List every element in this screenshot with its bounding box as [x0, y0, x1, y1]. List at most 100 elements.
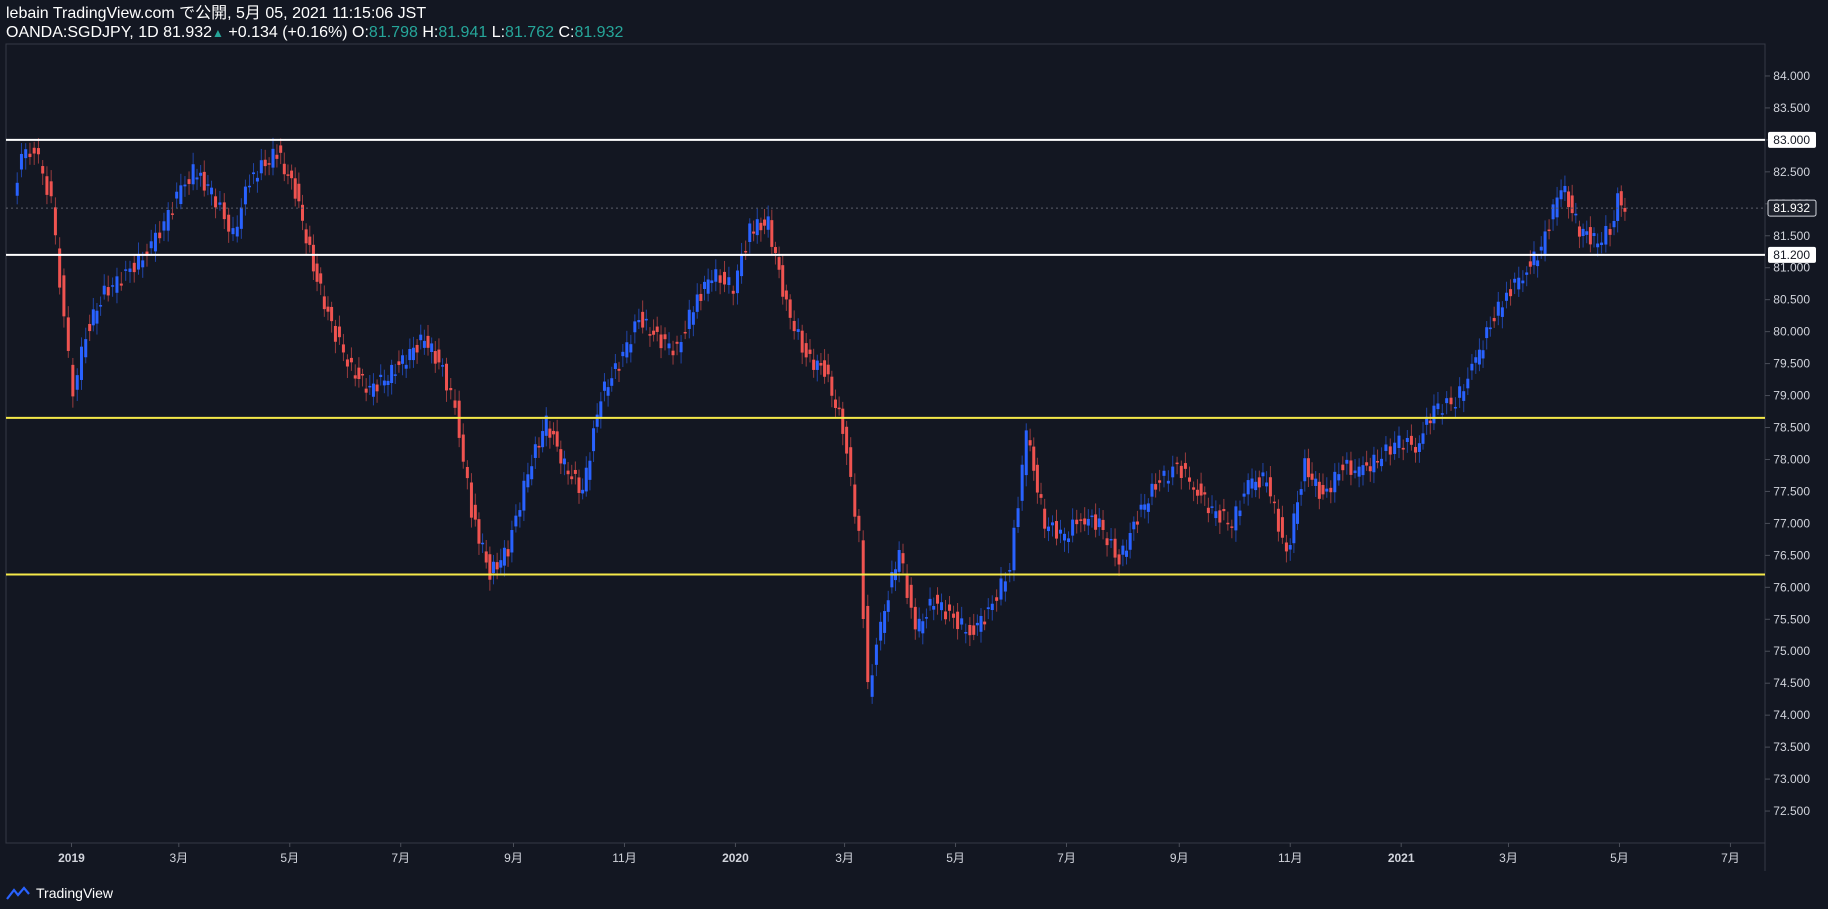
price-chart[interactable]: 84.00083.50083.00082.50082.00081.50081.0… — [0, 0, 1828, 909]
candle-body — [461, 434, 465, 462]
candle-body — [804, 343, 808, 358]
candle-body — [812, 359, 816, 370]
footer-brand: TradingView — [6, 885, 113, 901]
candle-body — [979, 615, 983, 632]
candle-body — [570, 476, 574, 480]
candle-body — [683, 331, 687, 334]
candle-body — [255, 177, 259, 182]
candle-body — [1563, 185, 1567, 193]
candle-body — [1368, 466, 1372, 472]
candle-body — [1268, 477, 1272, 497]
candle-body — [1028, 440, 1032, 446]
candle-body — [1062, 533, 1066, 541]
candle-body — [1222, 508, 1226, 512]
candle-body — [1353, 470, 1357, 474]
candle-body — [84, 339, 88, 358]
candle-body — [390, 364, 394, 384]
candle-body — [326, 306, 330, 312]
candle-body — [502, 547, 506, 566]
candle-body — [1393, 442, 1397, 455]
candle-body — [1067, 538, 1071, 542]
candle-body — [874, 644, 878, 665]
candle-body — [1321, 484, 1325, 495]
candle-body — [1192, 487, 1196, 490]
candle-body — [252, 172, 256, 175]
candle-body — [1288, 544, 1292, 550]
candle-body — [1230, 526, 1234, 528]
candle-body — [1440, 413, 1444, 415]
candle-body — [1175, 462, 1179, 465]
candle-body — [239, 207, 243, 229]
x-tick-label: 11月 — [1278, 851, 1302, 865]
candle-body — [637, 320, 641, 323]
candle-body — [1405, 437, 1409, 442]
candle-body — [488, 554, 492, 580]
candle-body — [849, 447, 853, 477]
candle-body — [1158, 480, 1162, 483]
candle-body — [368, 385, 372, 388]
candle-body — [610, 378, 614, 386]
candle-body — [341, 344, 345, 353]
candle-body — [469, 482, 473, 518]
candle-body — [763, 219, 767, 226]
candle-body — [132, 262, 136, 273]
x-tick-label: 3月 — [1499, 851, 1518, 865]
candle-body — [437, 349, 441, 363]
candle-body — [1500, 307, 1504, 317]
candle-body — [1090, 515, 1094, 518]
candle-body — [1458, 386, 1462, 398]
candle-body — [800, 330, 804, 353]
candle-body — [1543, 231, 1547, 254]
candle-body — [1166, 480, 1170, 484]
candle-body — [815, 360, 819, 370]
candle-body — [1226, 522, 1230, 525]
candle-body — [1341, 464, 1345, 471]
candle-body — [522, 480, 526, 511]
candle-body — [227, 214, 231, 232]
candle-body — [841, 408, 845, 434]
candle-body — [883, 611, 887, 633]
candle-body — [773, 247, 777, 254]
candle-body — [917, 618, 921, 632]
candle-body — [837, 407, 841, 410]
candle-body — [625, 342, 629, 358]
candle-body — [1357, 466, 1361, 477]
candle-body — [1117, 554, 1121, 565]
candle-body — [179, 185, 183, 205]
candle-body — [727, 277, 731, 286]
candle-body — [128, 268, 132, 272]
candle-body — [901, 553, 905, 564]
candle-body — [940, 602, 944, 611]
candle-body — [222, 202, 226, 220]
candle-body — [699, 293, 703, 301]
candle-body — [333, 325, 337, 342]
candle-body — [1361, 465, 1365, 476]
x-tick-label: 7月 — [1057, 851, 1076, 865]
candle-body — [1210, 506, 1214, 508]
candle-body — [79, 346, 83, 380]
candle-body — [1261, 472, 1265, 477]
candle-body — [1183, 463, 1187, 469]
candle-body — [602, 381, 606, 391]
candle-body — [830, 376, 834, 396]
candle-body — [119, 283, 123, 286]
candle-body — [599, 401, 603, 419]
x-tick-label: 5月 — [1610, 851, 1629, 865]
candle-body — [826, 364, 830, 375]
candle-body — [401, 355, 405, 364]
y-tick-label: 82.500 — [1773, 165, 1810, 179]
candle-body — [95, 310, 99, 324]
candle-body — [748, 223, 752, 243]
candle-body — [866, 605, 870, 683]
candle-body — [526, 474, 530, 488]
candle-body — [1365, 462, 1369, 466]
candle-body — [243, 186, 247, 205]
y-tick-label: 75.000 — [1773, 644, 1810, 658]
tradingview-logo-icon — [6, 886, 30, 900]
candle-body — [231, 228, 235, 235]
candle-body — [641, 311, 645, 328]
candle-body — [1588, 227, 1592, 245]
candle-body — [319, 273, 323, 284]
candle-body — [214, 196, 218, 208]
candle-body — [972, 625, 976, 635]
